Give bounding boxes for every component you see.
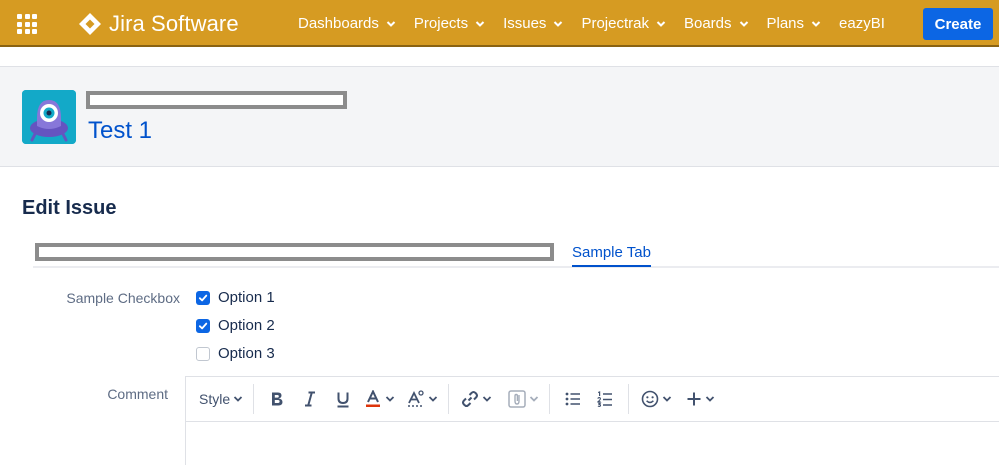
checkbox-unchecked-icon[interactable] (196, 346, 210, 361)
bullet-list-icon[interactable] (560, 384, 586, 414)
app-switcher-icon[interactable] (17, 14, 37, 34)
chevron-down-icon (662, 396, 672, 402)
chevron-down-icon (233, 396, 243, 402)
menu-item-issues[interactable]: Issues (503, 15, 563, 32)
project-avatar-icon[interactable] (22, 90, 76, 144)
link-icon[interactable] (461, 384, 492, 414)
chevron-down-icon (811, 20, 821, 27)
menu-item-projectrak[interactable]: Projectrak (581, 15, 666, 32)
menu-item-dashboards[interactable]: Dashboards (298, 15, 396, 32)
top-navigation-bar: Jira Software Dashboards Projects Issues… (0, 0, 999, 47)
issue-header: Test 1 (0, 66, 999, 167)
sample-checkbox-label: Sample Checkbox (66, 290, 180, 306)
chevron-down-icon (428, 396, 438, 402)
option-label: Option 2 (218, 317, 275, 334)
menu-label: Plans (766, 15, 805, 32)
bold-icon[interactable] (264, 384, 290, 414)
menu-item-boards[interactable]: Boards (684, 15, 749, 32)
tab-sample[interactable]: Sample Tab (572, 244, 651, 267)
chevron-down-icon (656, 20, 666, 27)
jira-diamond-icon (79, 13, 101, 35)
menu-label: Projectrak (581, 15, 649, 32)
checkbox-option-1[interactable]: Option 1 (196, 289, 275, 306)
redacted-breadcrumb (86, 91, 347, 109)
issue-title[interactable]: Test 1 (88, 117, 152, 145)
page-title: Edit Issue (22, 197, 117, 219)
editor-toolbar: Style (186, 377, 999, 422)
style-label: Style (199, 391, 231, 407)
numbered-list-icon[interactable] (592, 384, 618, 414)
toolbar-divider (448, 384, 450, 414)
text-effects-icon[interactable] (407, 384, 438, 414)
chevron-down-icon (482, 396, 492, 402)
toolbar-divider (253, 384, 255, 414)
option-label: Option 3 (218, 345, 275, 362)
chevron-down-icon (475, 20, 485, 27)
text-style-dropdown[interactable]: Style (199, 384, 243, 414)
toolbar-divider (549, 384, 551, 414)
menu-item-projects[interactable]: Projects (414, 15, 485, 32)
menu-label: eazyBI (839, 15, 885, 32)
text-color-icon[interactable] (365, 384, 395, 414)
chevron-down-icon (554, 20, 563, 27)
underline-icon[interactable] (330, 384, 356, 414)
menu-label: Boards (683, 15, 732, 32)
italic-icon[interactable] (297, 384, 323, 414)
jira-logo[interactable]: Jira Software (78, 9, 239, 39)
checkbox-checked-icon[interactable] (196, 318, 210, 333)
chevron-down-icon (385, 396, 395, 402)
brand-name: Jira Software (109, 11, 239, 36)
comment-text-area[interactable] (186, 423, 999, 466)
chevron-down-icon (529, 396, 539, 402)
checkbox-option-2[interactable]: Option 2 (196, 317, 275, 334)
chevron-down-icon (705, 396, 715, 402)
option-label: Option 1 (218, 289, 275, 306)
chevron-down-icon (386, 20, 396, 27)
create-button[interactable]: Create (923, 8, 993, 40)
main-menu: Dashboards Projects Issues Projectrak Bo… (298, 0, 903, 47)
tab-bar: Sample Tab (33, 240, 999, 268)
menu-label: Projects (413, 15, 469, 32)
menu-label: Issues (503, 15, 547, 32)
comment-label: Comment (107, 386, 168, 402)
menu-item-plans[interactable]: Plans (767, 15, 822, 32)
menu-item-eazybi[interactable]: eazyBI (839, 15, 885, 32)
project-avatar-graphic (22, 90, 76, 144)
toolbar-divider (628, 384, 630, 414)
emoji-icon[interactable] (641, 384, 672, 414)
chevron-down-icon (739, 20, 748, 27)
menu-label: Dashboards (298, 15, 379, 32)
insert-more-icon[interactable] (686, 384, 715, 414)
checkbox-checked-icon[interactable] (196, 290, 210, 305)
comment-editor: Style (185, 376, 999, 466)
checkbox-option-3[interactable]: Option 3 (196, 345, 275, 362)
redacted-tab-area (35, 243, 554, 261)
attachment-icon[interactable] (508, 384, 539, 414)
